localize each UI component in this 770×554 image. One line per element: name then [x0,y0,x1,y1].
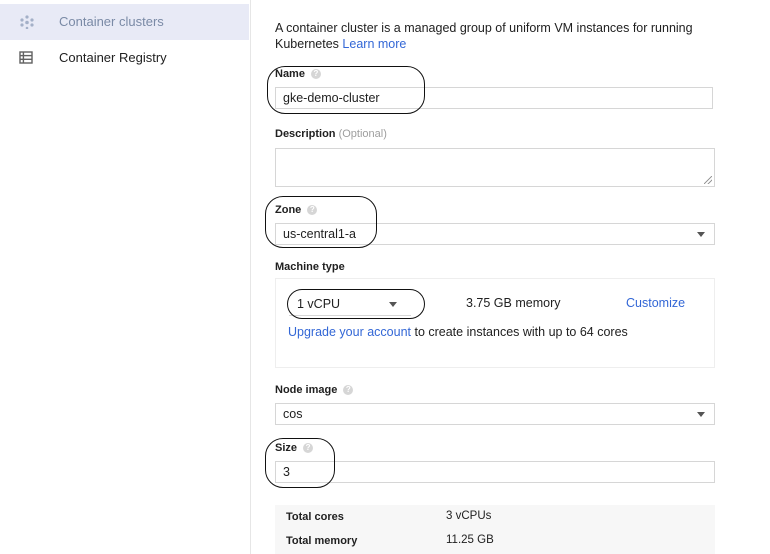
help-icon[interactable]: ? [303,443,314,453]
total-cores-value: 3 vCPUs [446,510,492,522]
upgrade-notice: Upgrade your account to create instances… [288,325,628,339]
zone-label: Zone? [275,204,318,216]
name-input[interactable]: gke-demo-cluster [275,87,713,109]
zone-select[interactable]: us-central1-a [275,223,715,245]
intro-description: A container cluster is a managed group o… [275,21,693,51]
customize-link[interactable]: Customize [626,296,685,310]
sidebar-item-container-clusters[interactable]: Container clusters [0,4,249,40]
registry-list-icon [19,51,35,65]
node-image-label: Node image? [275,384,354,396]
chevron-down-icon [389,302,397,307]
name-label: Name? [275,68,321,80]
help-icon[interactable]: ? [310,69,321,79]
cluster-summary: Total cores 3 vCPUs Total memory 11.25 G… [275,505,715,554]
sidebar-item-container-registry[interactable]: Container Registry [0,40,249,76]
sidebar-item-label: Container clusters [59,14,164,29]
total-cores-label: Total cores [286,511,344,523]
total-memory-label: Total memory [286,535,358,547]
memory-value: 3.75 GB memory [466,296,561,310]
description-textarea[interactable] [275,148,715,187]
sidebar: Container clusters Container Registry [0,0,251,554]
machine-type-label: Machine type [275,261,345,273]
container-clusters-icon [19,15,35,30]
intro-text: A container cluster is a managed group o… [275,20,715,52]
chevron-down-icon [697,232,705,237]
total-memory-value: 11.25 GB [446,534,494,546]
size-label: Size? [275,442,314,454]
create-cluster-form: A container cluster is a managed group o… [251,0,770,554]
description-label: Description (Optional) [275,128,387,140]
node-image-select[interactable]: cos [275,403,715,425]
sidebar-item-label: Container Registry [59,50,167,65]
resize-handle-icon[interactable] [704,176,712,184]
help-icon[interactable]: ? [307,205,318,215]
upgrade-account-link[interactable]: Upgrade your account [288,325,411,339]
learn-more-link[interactable]: Learn more [342,37,406,51]
upgrade-notice-text: to create instances with up to 64 cores [411,325,628,339]
zone-selected-value: us-central1-a [283,227,356,241]
vcpu-select[interactable]: 1 vCPU [289,294,411,316]
chevron-down-icon [697,412,705,417]
machine-type-panel: 1 vCPU 3.75 GB memory Customize Upgrade … [275,278,715,368]
node-image-selected-value: cos [283,407,303,421]
vcpu-selected-value: 1 vCPU [297,297,341,311]
size-input[interactable]: 3 [275,461,715,483]
help-icon[interactable]: ? [343,385,354,395]
